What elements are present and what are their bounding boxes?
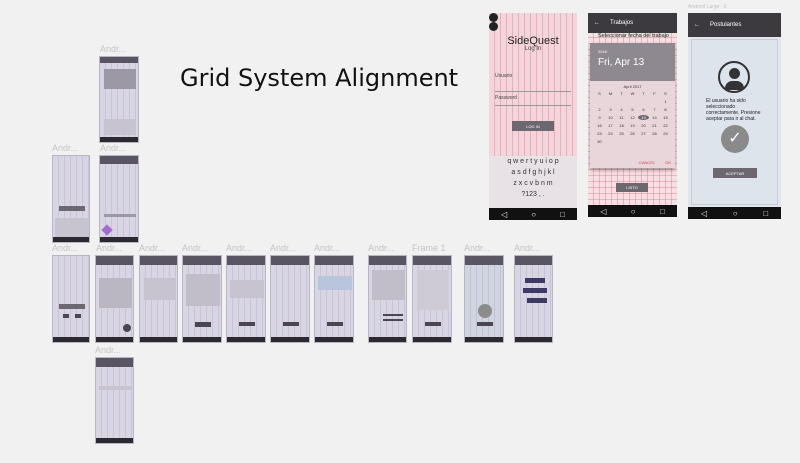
login-heading: Log In xyxy=(524,46,542,52)
calendar-screen[interactable]: ← Trabajos Seleccionar fecha del trabajo… xyxy=(588,13,677,217)
frame-thumbnail[interactable] xyxy=(95,255,134,343)
listo-button[interactable]: LISTO xyxy=(616,183,648,192)
frame-label[interactable]: Frame 1 xyxy=(412,243,446,253)
frame-label[interactable]: Andr... xyxy=(270,243,296,253)
back-arrow-icon[interactable]: ← xyxy=(694,22,700,28)
login-screen[interactable]: SideQuest Log In Usuario Password LOG IN… xyxy=(489,13,577,220)
frame-thumbnail[interactable] xyxy=(314,255,354,343)
user-avatar-icon xyxy=(718,61,750,93)
frame-thumbnail[interactable] xyxy=(514,255,553,343)
frame-label[interactable]: Andr... xyxy=(368,243,394,253)
frame-label[interactable]: Andr... xyxy=(100,44,126,54)
date-picker-dialog[interactable]: 2018 Fri, Apr 13 April 2017 SMTWTFS 1 23… xyxy=(590,43,675,168)
frame-label[interactable]: Andr... xyxy=(52,243,78,253)
picker-year[interactable]: 2018 xyxy=(598,49,667,54)
nav-back-icon[interactable]: ◁ xyxy=(600,207,606,216)
frame-thumbnail[interactable] xyxy=(99,155,139,243)
nav-recent-icon[interactable]: □ xyxy=(660,207,665,216)
cancel-button[interactable]: CANCEL xyxy=(639,160,655,165)
keyboard-row[interactable]: z x c v b n m xyxy=(489,178,577,189)
ok-button[interactable]: OK xyxy=(665,160,671,165)
frame-label[interactable]: Android Large - 8 xyxy=(688,4,727,10)
frame-label[interactable]: Andr... xyxy=(139,243,165,253)
frame-thumbnail[interactable] xyxy=(464,255,504,343)
system-nav-bar: ◁ ○ □ xyxy=(489,208,577,220)
nav-recent-icon[interactable]: □ xyxy=(763,209,768,218)
selection-message: El usuario ha sido seleccionado correcta… xyxy=(706,98,761,122)
back-arrow-icon[interactable]: ← xyxy=(594,20,600,26)
frame-thumbnail[interactable] xyxy=(95,357,134,444)
nav-back-icon[interactable]: ◁ xyxy=(701,209,707,218)
picker-date: Fri, Apr 13 xyxy=(598,57,645,68)
frame-label[interactable]: Andr... xyxy=(226,243,252,253)
system-nav-bar: ◁ ○ □ xyxy=(688,207,781,219)
appbar-title: Postulantes xyxy=(710,22,742,28)
password-label: Password xyxy=(495,95,517,101)
frame-label[interactable]: Andr... xyxy=(314,243,340,253)
checkmark-icon: ✓ xyxy=(721,125,749,153)
postulantes-screen[interactable]: ← Postulantes El usuario ha sido selecci… xyxy=(688,13,781,219)
frame-label[interactable]: Andr... xyxy=(96,243,122,253)
appbar-title: Trabajos xyxy=(610,20,634,26)
facebook-icon[interactable] xyxy=(489,22,498,31)
nav-home-icon[interactable]: ○ xyxy=(733,209,738,218)
selected-day[interactable]: 13 xyxy=(638,115,649,120)
password-input[interactable] xyxy=(495,105,571,106)
login-button[interactable]: LOG IN xyxy=(512,121,554,131)
canvas-title: Grid System Alignment xyxy=(180,64,459,92)
frame-thumbnail[interactable] xyxy=(226,255,266,343)
frame-label[interactable]: Andr... xyxy=(100,143,126,153)
accept-button[interactable]: ACEPTAR xyxy=(713,168,757,178)
keyboard[interactable]: q w e r t y u i o p a s d f g h j k l z … xyxy=(489,156,577,208)
keyboard-row[interactable]: ?123 , . xyxy=(489,189,577,200)
user-label: Usuario xyxy=(495,73,513,79)
date-prompt: Seleccionar fecha del trabajo xyxy=(598,33,669,39)
nav-recent-icon[interactable]: □ xyxy=(560,210,565,219)
nav-back-icon[interactable]: ◁ xyxy=(501,210,507,219)
frame-label[interactable]: Andr... xyxy=(182,243,208,253)
user-input[interactable] xyxy=(495,91,571,92)
nav-home-icon[interactable]: ○ xyxy=(531,210,536,219)
frame-label[interactable]: Andr... xyxy=(95,345,121,355)
system-nav-bar: ◁ ○ □ xyxy=(588,205,677,217)
nav-home-icon[interactable]: ○ xyxy=(631,207,636,216)
frame-thumbnail[interactable] xyxy=(52,255,90,343)
keyboard-row[interactable]: q w e r t y u i o p xyxy=(489,156,577,167)
frame-thumbnail[interactable] xyxy=(270,255,310,343)
frame-label[interactable]: Andr... xyxy=(514,243,540,253)
frame-thumbnail[interactable] xyxy=(99,56,139,143)
frame-label[interactable]: Andr... xyxy=(52,143,78,153)
frame-label[interactable]: Andr... xyxy=(464,243,490,253)
frame-thumbnail[interactable] xyxy=(412,255,452,343)
frame-thumbnail[interactable] xyxy=(368,255,407,343)
google-icon[interactable] xyxy=(489,13,498,22)
calendar-grid[interactable]: SMTWTFS 1 2345678 9 10 11 12 13 14 15 16 17 18 19… xyxy=(590,89,675,146)
keyboard-row[interactable]: a s d f g h j k l xyxy=(489,167,577,178)
frame-thumbnail[interactable] xyxy=(139,255,178,343)
frame-thumbnail[interactable] xyxy=(182,255,222,343)
frame-thumbnail[interactable] xyxy=(52,155,90,243)
